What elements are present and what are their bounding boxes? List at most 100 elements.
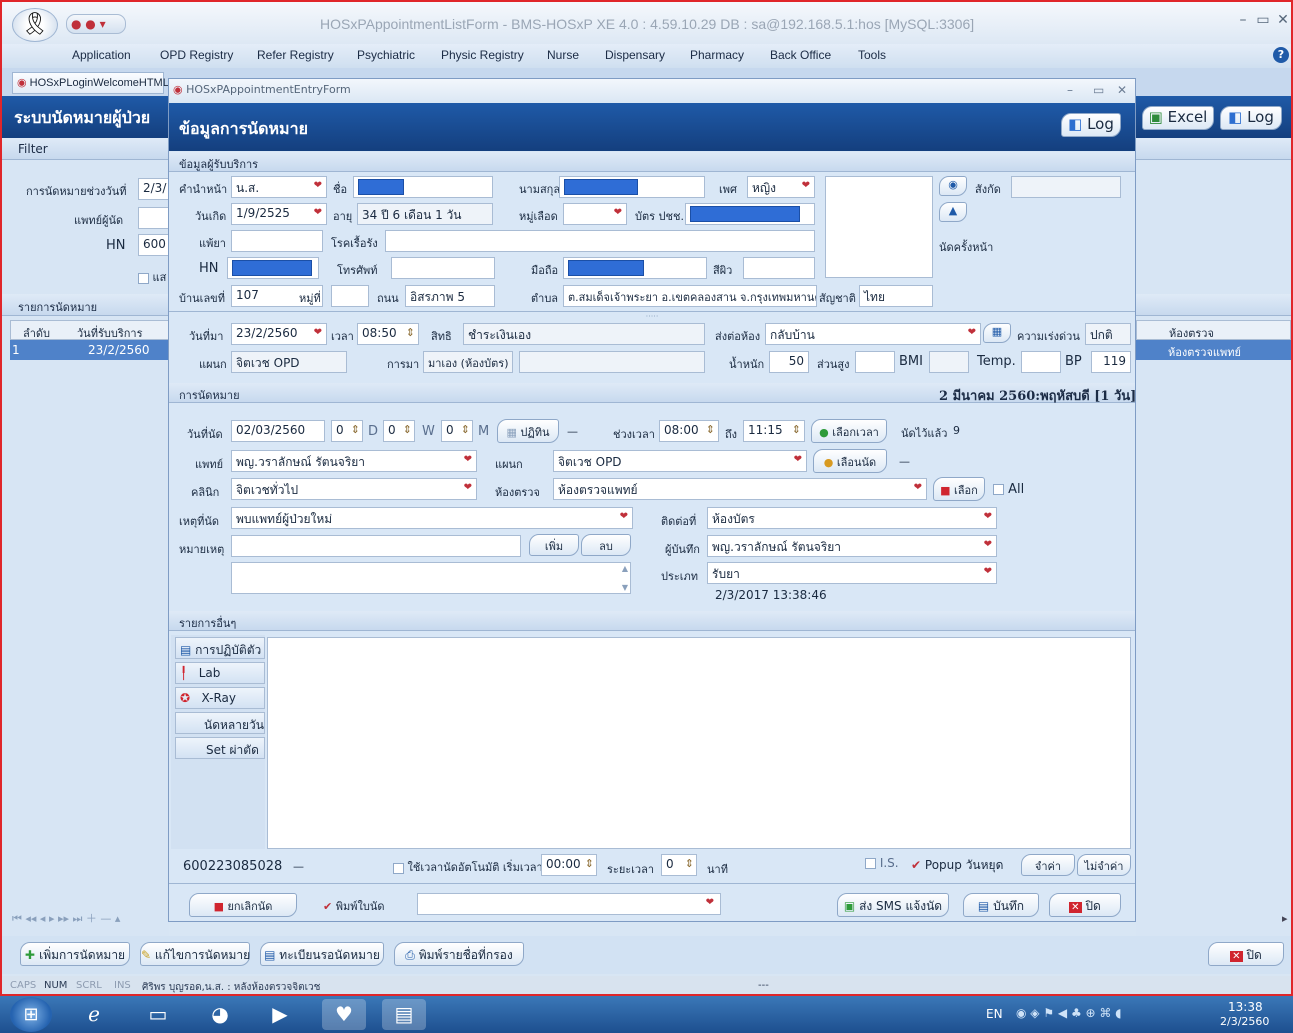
spinner-icon[interactable]: ⇕ (685, 857, 694, 870)
chronic-field[interactable] (385, 230, 815, 252)
print-filtered-button[interactable]: ⎙ พิมพ์รายชื่อที่กรอง (394, 942, 524, 966)
scroll-up-icon[interactable]: ▲ (622, 564, 628, 573)
recorder-select[interactable]: พญ.วราลักษณ์ รัตนจริยา ❤ (707, 535, 997, 557)
menu-application[interactable]: Application (72, 48, 131, 62)
menu-tools[interactable]: Tools (858, 48, 886, 62)
spinner-icon[interactable]: ⇕ (706, 423, 715, 436)
road-field[interactable]: อิสรภาพ 5 (405, 285, 495, 307)
hosxp-taskbar-icon[interactable]: ♥ (322, 999, 366, 1030)
close-icon[interactable]: ✕ (1274, 12, 1291, 30)
weight-field[interactable]: 50 (769, 351, 809, 373)
ribbon-logo[interactable]: 🎗 (12, 8, 58, 42)
excel-button[interactable]: ▣ Excel (1142, 106, 1214, 130)
mobile-field[interactable] (563, 257, 707, 279)
phone-field[interactable] (391, 257, 495, 279)
popup-holiday-checkbox[interactable]: ✔ Popup วันหยุด (911, 856, 1003, 875)
cancel-appointment-button[interactable]: ■ ยกเลิกนัด (189, 893, 297, 917)
prefix-select[interactable]: น.ส. ❤ (231, 176, 327, 198)
surname-field[interactable] (559, 176, 705, 198)
calendar-button[interactable]: ▦ (983, 323, 1011, 343)
menu-dispensary[interactable]: Dispensary (605, 48, 665, 62)
visit-date-select[interactable]: 23/2/2560 ❤ (231, 323, 327, 345)
sidebar-item-surgery-set[interactable]: Set ผ่าตัด (175, 737, 265, 759)
to-time-field[interactable]: 11:15 ⇕ (743, 420, 805, 442)
filter-checkbox[interactable]: แส (138, 268, 166, 286)
restore-icon[interactable]: ▭ (1254, 12, 1272, 30)
sex-select[interactable]: หญิง ❤ (747, 176, 815, 198)
auto-time-checkbox[interactable]: ใช้เวลานัดอัตโนมัติ เริ่มเวลา (393, 858, 543, 876)
log-button-right[interactable]: ◧ Log (1220, 106, 1282, 130)
print-slip-checkbox[interactable]: ✔ พิมพ์ใบนัด (323, 897, 385, 915)
spinner-icon[interactable]: ⇕ (792, 423, 801, 436)
dialog-log-button[interactable]: ◧ Log (1061, 113, 1121, 137)
blood-select[interactable]: ❤ (563, 203, 627, 225)
minimize-icon[interactable]: – (1234, 12, 1252, 30)
moo-field[interactable] (331, 285, 369, 307)
contact-select[interactable]: ห้องบัตร ❤ (707, 507, 997, 529)
tambon-field[interactable]: ต.สมเด็จเจ้าพระยา อ.เขตคลองสาน จ.กรุงเทพ… (563, 285, 817, 307)
from-time-field[interactable]: 08:00 ⇕ (659, 420, 719, 442)
sidebar-item-practice[interactable]: ▤ การปฏิบัติตัว (175, 637, 265, 659)
table-row[interactable]: 1 23/2/2560 (10, 340, 169, 360)
calendar-popup-button[interactable]: ▦ ปฏิทิน (497, 419, 559, 443)
visit-time-field[interactable]: 08:50 ⇕ (357, 323, 419, 345)
start-button[interactable]: ⊞ (10, 997, 52, 1032)
ie-taskbar-icon[interactable]: ℯ (72, 999, 116, 1030)
edit-appointment-button[interactable]: ✎ แก้ไขการนัดหมาย (140, 942, 250, 966)
dialog-minimize-icon[interactable]: – (1067, 83, 1073, 97)
affiliation-field[interactable] (1011, 176, 1121, 198)
explorer-taskbar-icon[interactable]: ▭ (136, 999, 180, 1030)
firefox-taskbar-icon[interactable]: ◕ (198, 999, 242, 1030)
send-sms-button[interactable]: ▣ ส่ง SMS แจ้งนัด (837, 893, 949, 917)
menu-psychiatric[interactable]: Psychiatric (357, 48, 415, 62)
auto-time-field[interactable]: 00:00 ⇕ (541, 854, 597, 876)
skin-field[interactable] (743, 257, 815, 279)
document-taskbar-icon[interactable]: ▤ (382, 999, 426, 1030)
spinner-icon[interactable]: ⇕ (585, 857, 594, 870)
doctor-filter-input[interactable] (138, 207, 170, 229)
appt-dept-select[interactable]: จิตเวช OPD ❤ (553, 450, 807, 472)
navigator-icons[interactable]: ⏮ ◂◂ ◂ ▸ ▸▸ ⏭ ＋ — ▴ (12, 910, 120, 926)
checkbox-box[interactable] (393, 862, 404, 874)
dialog-close-icon[interactable]: ✕ (1117, 83, 1127, 97)
room-row[interactable]: ห้องตรวจแพทย์ (1136, 340, 1291, 360)
month-offset-field[interactable]: 0 ⇕ (441, 420, 473, 442)
room-column-header[interactable]: ห้องตรวจ (1136, 320, 1291, 340)
clinic-select[interactable]: จิตเวชทั่วไป ❤ (231, 478, 477, 500)
spinner-icon[interactable]: ⇕ (461, 423, 470, 436)
scroll-right-icon[interactable]: ▸ (1282, 912, 1288, 925)
select-room-button[interactable]: ■ เลือก (933, 477, 985, 501)
menu-refer-registry[interactable]: Refer Registry (257, 48, 334, 62)
remember-button[interactable]: จำค่า (1021, 854, 1075, 876)
dialog-tab-title[interactable]: ◉ HOSxPAppointmentEntryForm (173, 83, 351, 96)
quick-access-icons[interactable]: ● ● ▾ (66, 14, 126, 34)
save-button[interactable]: ▤ บันทึก (963, 893, 1039, 917)
camera-button[interactable]: ◉ (939, 176, 967, 196)
bp-field[interactable]: 119 (1091, 351, 1131, 373)
close-list-button[interactable]: ✕ ปิด (1208, 942, 1284, 966)
help-icon[interactable]: ? (1273, 47, 1289, 63)
dialog-maximize-icon[interactable]: ▭ (1093, 83, 1104, 97)
is-checkbox[interactable]: I.S. (865, 856, 899, 870)
menu-pharmacy[interactable]: Pharmacy (690, 48, 744, 62)
nation-field[interactable]: ไทย (859, 285, 933, 307)
note-memo[interactable]: ▲ ▼ (231, 562, 631, 594)
spinner-icon[interactable]: ⇕ (351, 423, 360, 436)
checkbox-box[interactable] (138, 272, 149, 284)
allergy-field[interactable] (231, 230, 323, 252)
all-checkbox[interactable]: All (993, 482, 1024, 497)
language-indicator[interactable]: EN (986, 1007, 1003, 1021)
filter-header[interactable]: Filter (2, 138, 169, 160)
print-format-select[interactable]: ❤ (417, 893, 721, 915)
forget-button[interactable]: ไม่จำค่า (1077, 854, 1131, 876)
waiting-register-button[interactable]: ▤ ทะเบียนรอนัดหมาย (260, 942, 384, 966)
height-field[interactable] (855, 351, 895, 373)
reason-select[interactable]: พบแพทย์ผู้ป่วยใหม่ ❤ (231, 507, 633, 529)
name-field[interactable] (353, 176, 493, 198)
note-field[interactable] (231, 535, 521, 557)
menu-physic-registry[interactable]: Physic Registry (441, 48, 524, 62)
tray-icons[interactable]: ◉ ◈ ⚑ ◀ ♣ ⊕ ⌘ ◖ (1016, 1006, 1122, 1020)
temp-field[interactable] (1021, 351, 1061, 373)
cid-field[interactable] (685, 203, 815, 225)
pick-time-button[interactable]: ● เลือกเวลา (811, 419, 887, 443)
